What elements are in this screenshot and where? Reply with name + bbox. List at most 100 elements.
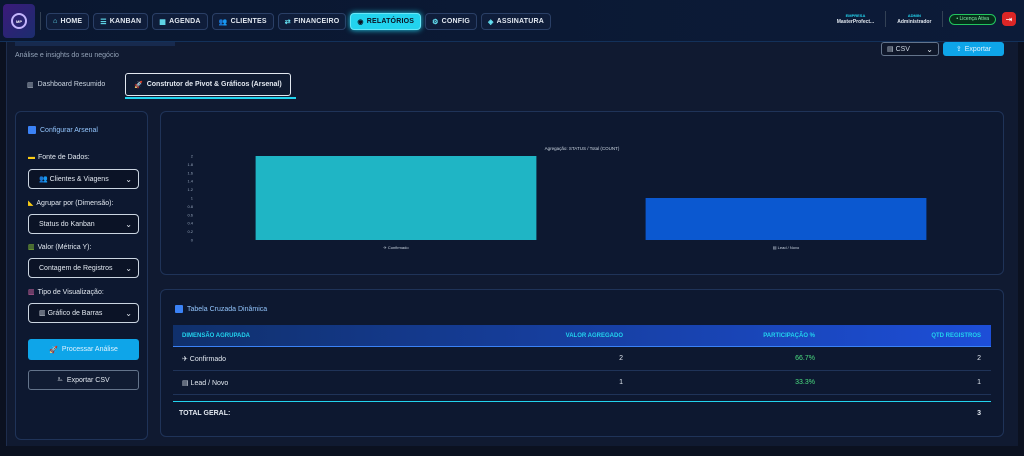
chevron-down-icon: ⌄ <box>125 174 132 184</box>
database-icon: ▬ <box>28 154 35 161</box>
table-icon <box>175 305 183 313</box>
rocket-icon: 🚀 <box>134 81 143 89</box>
viz-value: ▥ Gráfico de Barras <box>39 310 103 317</box>
metric-label: ▥ Valor (Métrica Y): <box>28 243 91 252</box>
row-dimension: ✈ Confirmado <box>182 355 226 363</box>
app-logo[interactable]: MP <box>3 4 35 38</box>
top-navbar: MP ⌂ HOME ☰ KANBAN ▦ AGENDA 👥 CLIENTES ⇄ FINANCEI… <box>0 0 1024 42</box>
nav-label: AGENDA <box>169 18 201 25</box>
process-label: Processar Análise <box>61 346 118 353</box>
header-dimension[interactable]: DIMENSÃO AGRUPADA <box>173 333 553 339</box>
nav-label: HOME <box>60 18 83 25</box>
y-tick-label: 2 <box>191 154 194 159</box>
process-analysis-button[interactable]: 🚀 Processar Análise <box>28 339 139 360</box>
company-info: EMPRESA MasterProfect... <box>832 13 880 25</box>
total-label: TOTAL GERAL: <box>179 409 231 417</box>
nav-agenda[interactable]: ▦ AGENDA <box>152 13 208 30</box>
y-tick-label: 1.8 <box>187 162 193 167</box>
nav-label: CLIENTES <box>230 18 267 25</box>
export-button[interactable]: ⇪ Exportar <box>943 42 1004 56</box>
nav-home[interactable]: ⌂ HOME <box>46 13 90 30</box>
nav-icon: ◈ <box>488 18 494 26</box>
bar-1[interactable] <box>645 198 927 240</box>
nav-label: FINANCEIRO <box>293 18 340 25</box>
user-name: Administrador <box>897 19 932 25</box>
logout-icon: ⇥ <box>1005 14 1013 24</box>
y-tick-label: 1 <box>191 196 194 201</box>
y-tick-label: 0.4 <box>187 221 193 226</box>
source-value: 👥 Clientes & Viagens <box>39 176 109 183</box>
nav-financeiro[interactable]: ⇄ FINANCEIRO <box>277 13 347 30</box>
row-value: 1 <box>619 379 623 386</box>
y-tick-label: 1.2 <box>187 187 193 192</box>
y-tick-label: 0.2 <box>187 229 193 234</box>
logout-button[interactable]: ⇥ <box>1002 12 1016 26</box>
header-share[interactable]: PARTICIPAÇÃO % <box>623 333 815 339</box>
tab-label: Construtor de Pivot & Gráficos (Arsenal) <box>146 81 282 88</box>
viz-label-text: Tipo de Visualização: <box>37 288 104 296</box>
company-name: MasterProfect... <box>836 19 875 25</box>
nav-assinatura[interactable]: ◈ ASSINATURA <box>481 13 551 30</box>
viz-select[interactable]: ▥ Gráfico de Barras ⌄ <box>28 303 139 323</box>
row-value: 2 <box>619 355 623 362</box>
bar-0[interactable] <box>255 156 537 240</box>
export-format-value: ▤ CSV <box>887 46 910 53</box>
bar-chart: 2 1.8 1.6 1.4 1.2 1 0.8 0.6 0.4 0.2 0 ✈ Confirmado ▤… <box>187 154 927 250</box>
viz-label: ▥ Tipo de Visualização: <box>28 288 104 297</box>
export-csv-button[interactable]: ⎁ Exportar CSV <box>28 370 139 390</box>
tab-dashboard-summary[interactable]: ▥ Dashboard Resumido <box>19 73 113 96</box>
reports-page: Análise e insights do seu negócio ▤ CSV … <box>6 42 1018 446</box>
table-title: Tabela Cruzada Dinâmica <box>175 305 267 313</box>
group-label-text: Agrupar por (Dimensão): <box>36 199 114 207</box>
chart-panel: Agregação: STATUS / Total (COUNT) 2 1.8 1.… <box>160 111 1004 275</box>
row-share: 66.7% <box>795 355 815 362</box>
rocket-icon: 🚀 <box>49 346 58 354</box>
row-dimension: ▤ Lead / Novo <box>182 379 229 387</box>
config-title-text: Configurar Arsenal <box>40 126 98 134</box>
nav-icon: ⚙ <box>432 18 439 26</box>
csv-label: Exportar CSV <box>66 376 110 384</box>
viz-value-text: Gráfico de Barras <box>47 310 103 317</box>
nav-icon: 👥 <box>218 18 228 26</box>
x-tick-label: ✈ Confirmado <box>383 245 409 250</box>
chevron-down-icon: ⌄ <box>125 219 132 229</box>
nav-label: ASSINATURA <box>496 18 544 25</box>
tab-label: Dashboard Resumido <box>37 81 106 88</box>
nav-icon: ◉ <box>357 18 364 26</box>
header-value[interactable]: VALOR AGREGADO <box>553 333 623 339</box>
total-divider <box>173 401 991 402</box>
total-row: TOTAL GERAL: 3 <box>173 405 991 421</box>
header-count[interactable]: QTD REGISTROS <box>815 333 991 339</box>
user-role-label: ADMIN <box>907 13 921 18</box>
nav-icon: ⌂ <box>53 18 58 25</box>
nav-icon: ▦ <box>159 18 167 26</box>
company-label: EMPRESA <box>845 13 866 18</box>
nav-kanban[interactable]: ☰ KANBAN <box>93 13 149 30</box>
y-tick-label: 1.6 <box>187 170 193 175</box>
row-share: 33.3% <box>795 379 815 386</box>
row-count: 1 <box>977 379 981 386</box>
chart-type-icon: ▥ <box>28 289 35 296</box>
export-format-select[interactable]: ▤ CSV ⌄ <box>881 42 939 56</box>
x-tick-label: ▤ Lead / Novo <box>773 245 800 250</box>
source-label-text: Fonte de Dados: <box>38 154 90 161</box>
row-count: 2 <box>977 355 981 362</box>
source-select[interactable]: 👥 Clientes & Viagens ⌄ <box>28 169 139 189</box>
user-info: ADMIN Administrador <box>892 13 936 25</box>
tab-pivot-builder[interactable]: 🚀 Construtor de Pivot & Gráficos (Arsena… <box>125 73 291 96</box>
table-row: ✈ Confirmado 2 66.7% 2 <box>173 347 991 371</box>
pivot-table-panel: Tabela Cruzada Dinâmica DIMENSÃO AGRUPAD… <box>160 289 1004 437</box>
nav-relatrios[interactable]: ◉ RELATÓRIOS <box>350 13 422 30</box>
group-value: Status do Kanban <box>39 220 95 228</box>
nav-config[interactable]: ⚙ CONFIG <box>425 13 478 30</box>
nav-clientes[interactable]: 👥 CLIENTES <box>211 13 274 30</box>
active-tab-indicator <box>125 97 296 99</box>
group-select[interactable]: Status do Kanban ⌄ <box>28 214 139 234</box>
page-subtitle: Análise e insights do seu negócio <box>15 52 119 59</box>
chevron-down-icon: ⌄ <box>125 263 132 273</box>
metric-select[interactable]: Contagem de Registros ⌄ <box>28 258 139 278</box>
chart-icon: ▥ <box>28 244 35 251</box>
config-title: Configurar Arsenal <box>28 126 98 134</box>
y-tick-label: 0.8 <box>187 204 193 209</box>
source-label: ▬ Fonte de Dados: <box>28 154 90 161</box>
